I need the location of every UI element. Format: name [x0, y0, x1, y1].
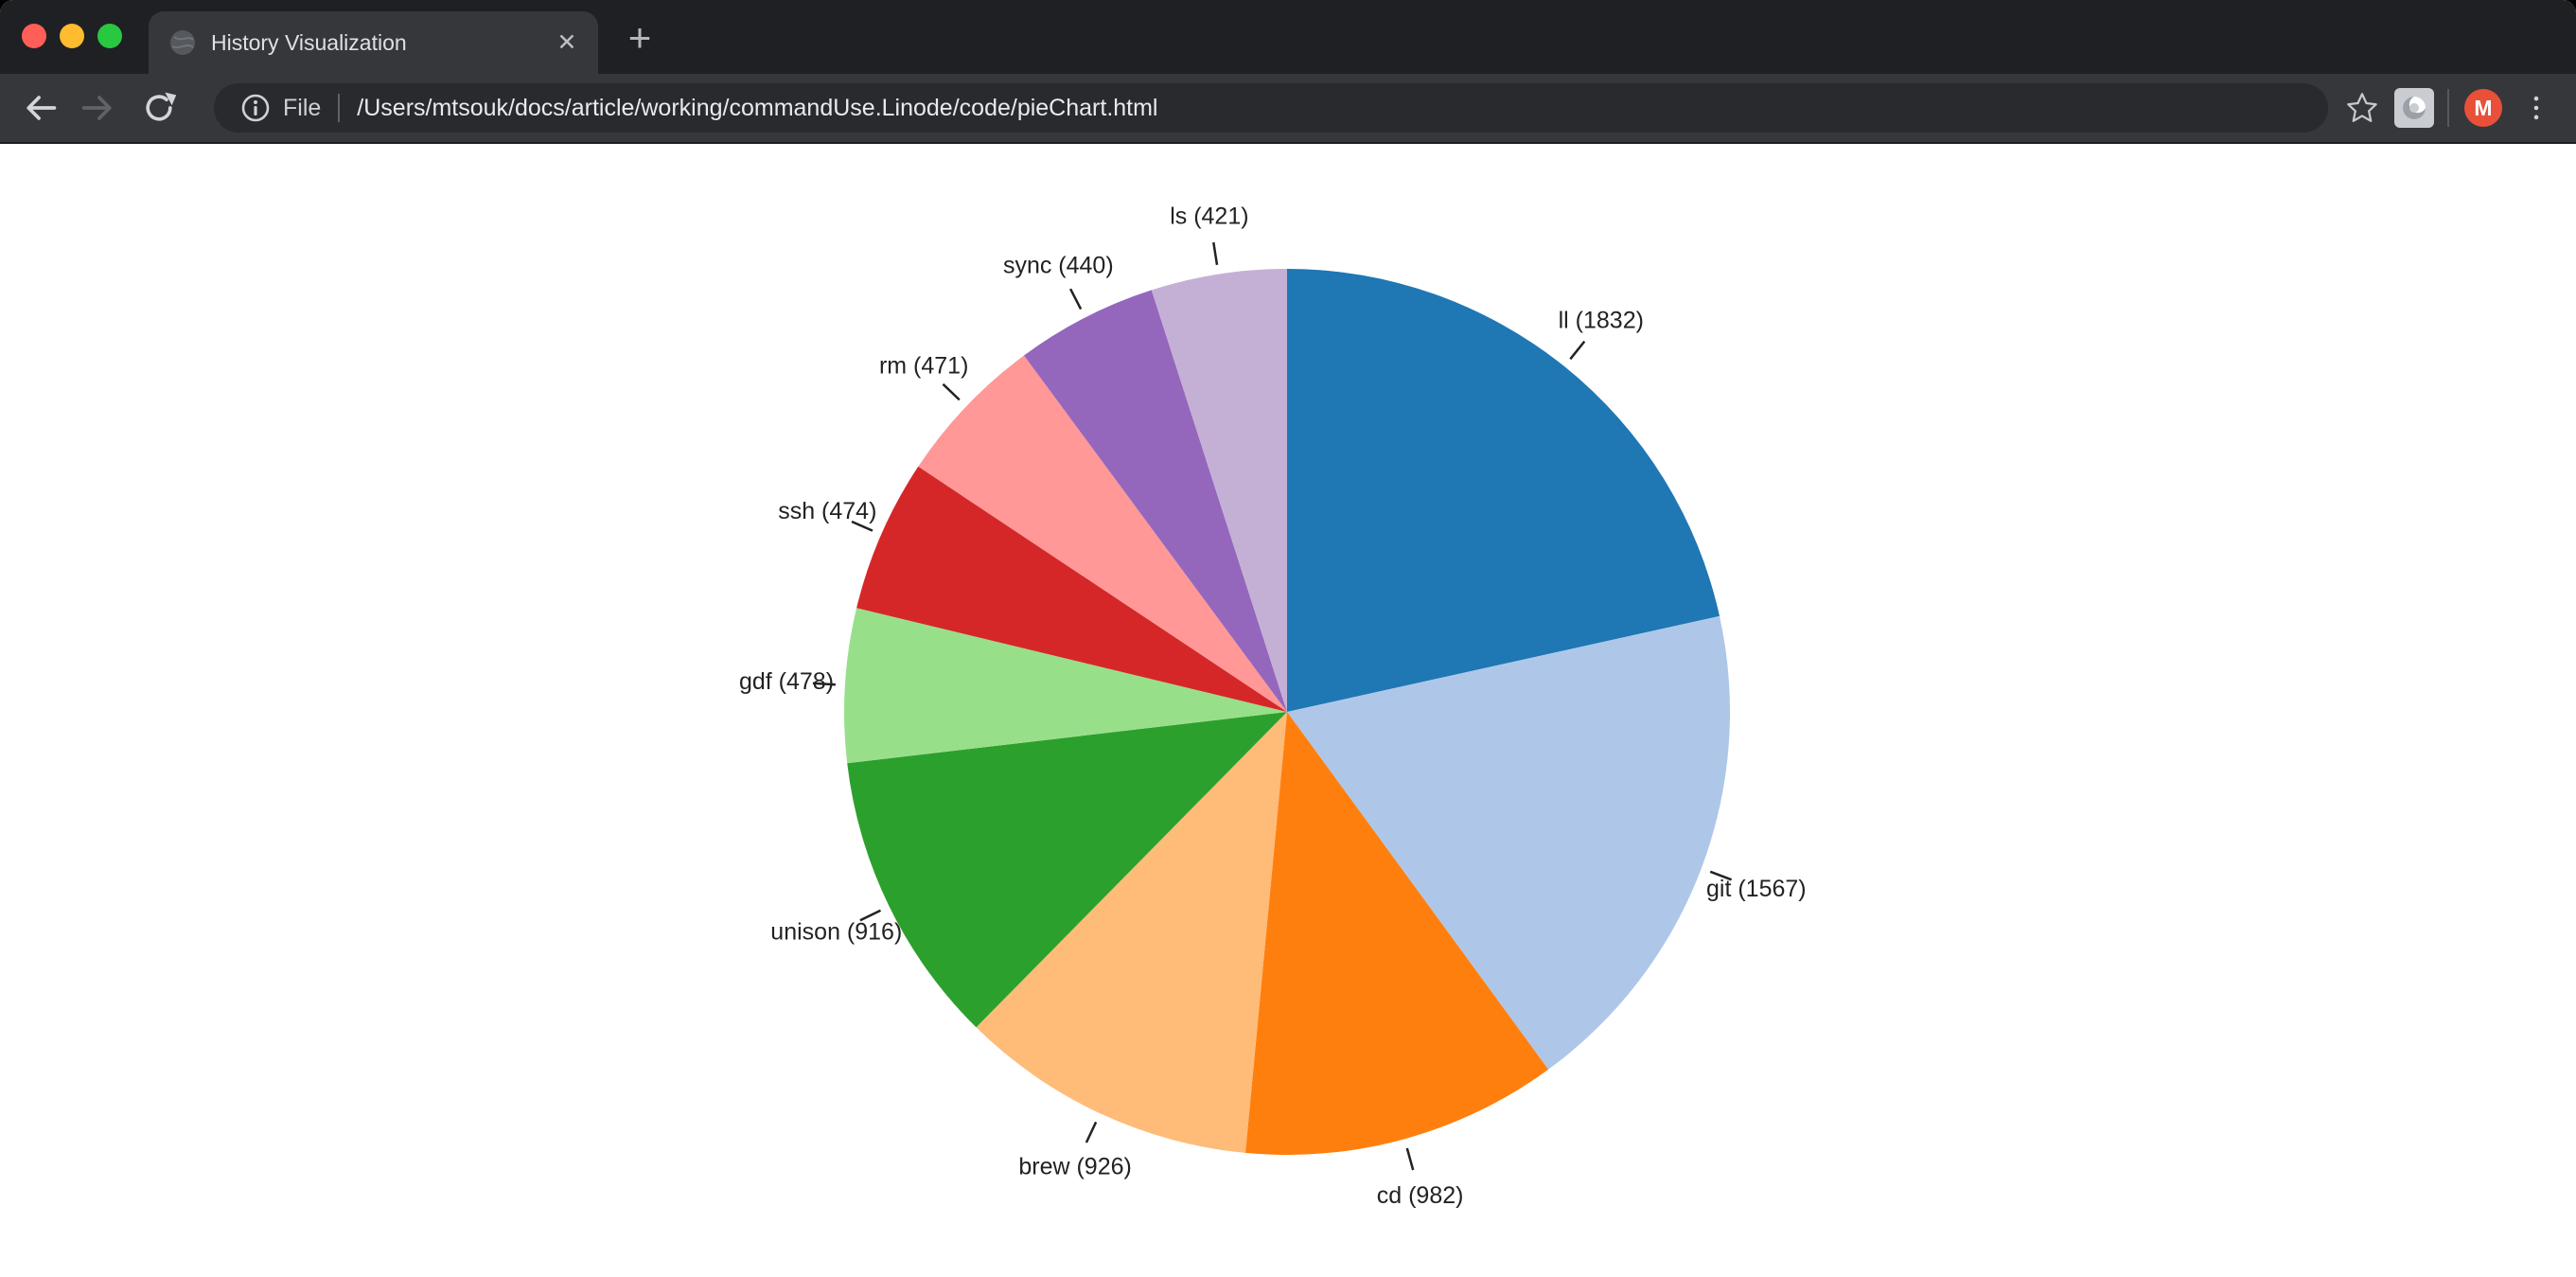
slice-label-ssh: ssh (474)	[778, 498, 876, 524]
url-scheme-label: File	[283, 95, 321, 122]
slice-label-ls: ls (421)	[1170, 203, 1248, 229]
new-tab-button[interactable]: +	[617, 19, 662, 61]
slice-label-unison: unison (916)	[770, 919, 902, 946]
toolbar-right: M	[2341, 87, 2557, 129]
slice-tick-cd	[1407, 1148, 1413, 1170]
back-arrow-icon	[21, 89, 59, 127]
tab-close-icon[interactable]: ✕	[551, 27, 583, 59]
slice-label-sync: sync (440)	[1003, 252, 1114, 278]
page-info-icon[interactable]	[240, 93, 271, 123]
forward-button[interactable]	[78, 87, 119, 129]
back-button[interactable]	[19, 87, 61, 129]
slice-label-rm: rm (471)	[879, 353, 968, 380]
window-zoom-button[interactable]	[97, 24, 122, 48]
window-close-button[interactable]	[22, 24, 46, 48]
menu-button[interactable]	[2515, 87, 2557, 129]
pie-chart-svg: ll (1832) git (1567) cd (982) brew (926) uni…	[0, 144, 2576, 1275]
extension-button[interactable]	[2394, 88, 2434, 128]
page-content: ll (1832) git (1567) cd (982) brew (926) uni…	[0, 144, 2576, 1277]
url-text: /Users/mtsouk/docs/article/working/comma…	[357, 95, 2302, 122]
slice-tick-brew	[1086, 1122, 1096, 1143]
slice-label-ll: ll (1832)	[1559, 308, 1644, 334]
window-controls	[22, 24, 122, 48]
slice-label-gdf: gdf (478)	[739, 668, 834, 695]
window-minimize-button[interactable]	[60, 24, 84, 48]
url-separator	[338, 94, 340, 122]
toolbar-separator	[2447, 89, 2449, 127]
globe-favicon-icon	[169, 29, 196, 56]
slice-tick-sync	[1070, 289, 1081, 309]
slice-tick-ll	[1570, 342, 1584, 360]
tab-strip: History Visualization ✕ +	[0, 0, 2576, 74]
address-bar[interactable]: File /Users/mtsouk/docs/article/working/…	[214, 83, 2328, 133]
bookmark-star-icon	[2344, 90, 2380, 126]
kebab-menu-icon	[2519, 91, 2553, 125]
browser-tab[interactable]: History Visualization ✕	[149, 11, 598, 74]
slice-label-git: git (1567)	[1706, 876, 1807, 902]
slice-label-cd: cd (982)	[1377, 1182, 1464, 1209]
tab-title: History Visualization	[211, 30, 551, 56]
browser-toolbar: File /Users/mtsouk/docs/article/working/…	[0, 74, 2576, 144]
browser-window: History Visualization ✕ +	[0, 0, 2576, 1277]
profile-avatar[interactable]: M	[2464, 89, 2502, 127]
forward-arrow-icon	[79, 89, 117, 127]
slice-tick-rm	[944, 384, 960, 400]
bookmark-button[interactable]	[2341, 87, 2383, 129]
reload-button[interactable]	[138, 87, 180, 129]
slice-label-brew: brew (926)	[1018, 1153, 1132, 1179]
slice-tick-ls	[1213, 242, 1217, 265]
reload-icon	[140, 89, 178, 127]
extension-swirl-icon	[2400, 94, 2428, 122]
